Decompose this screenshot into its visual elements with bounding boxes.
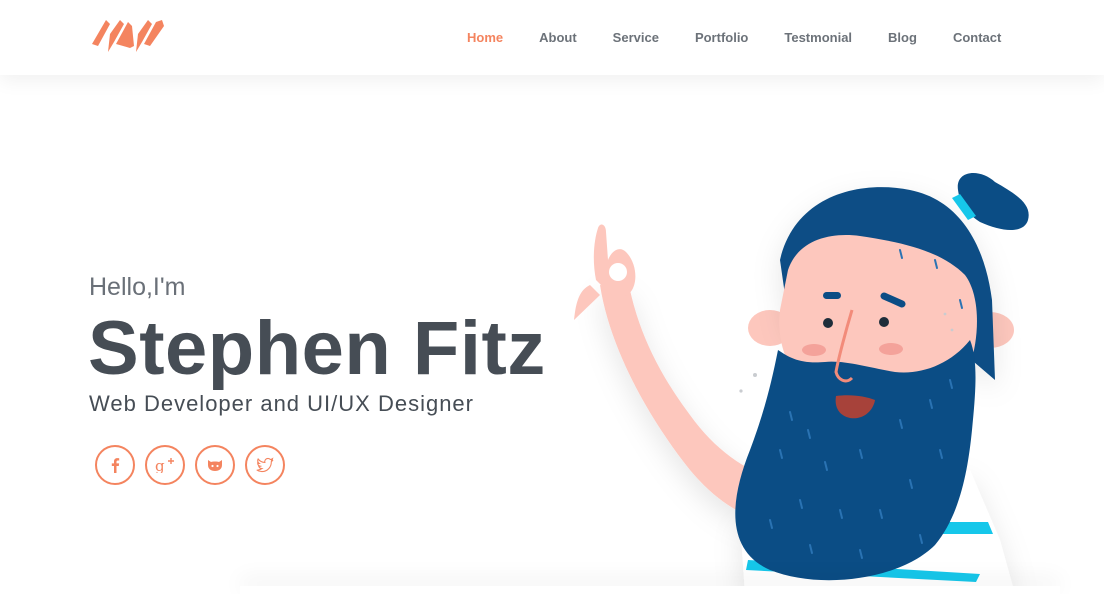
github-button[interactable] [195, 445, 235, 485]
navbar: Home About Service Portfolio Testmonial … [0, 0, 1104, 75]
brand-logo[interactable] [90, 16, 166, 56]
nav-link-contact[interactable]: Contact [935, 30, 1019, 45]
hero-role: Web Developer and UI/UX Designer [89, 391, 474, 416]
twitter-button[interactable] [245, 445, 285, 485]
google-plus-button[interactable]: g [145, 445, 185, 485]
nav-link-service[interactable]: Service [595, 30, 677, 45]
twitter-icon [256, 457, 274, 473]
main-nav: Home About Service Portfolio Testmonial … [449, 0, 1019, 75]
google-plus-icon: g [155, 457, 175, 473]
nav-link-testmonial[interactable]: Testmonial [766, 30, 870, 45]
github-icon [206, 457, 224, 473]
nav-link-blog[interactable]: Blog [870, 30, 935, 45]
hero-illustration [540, 150, 1080, 594]
hero-name: Stephen Fitz [88, 306, 546, 391]
bottom-panel-edge [240, 586, 1060, 594]
social-links: g [95, 445, 285, 485]
facebook-button[interactable] [95, 445, 135, 485]
nav-link-home[interactable]: Home [449, 30, 521, 45]
nav-link-about[interactable]: About [521, 30, 595, 45]
hero-greeting: Hello,I'm [89, 273, 186, 301]
facebook-icon [108, 457, 122, 473]
nav-link-portfolio[interactable]: Portfolio [677, 30, 766, 45]
svg-text:g: g [155, 457, 165, 473]
